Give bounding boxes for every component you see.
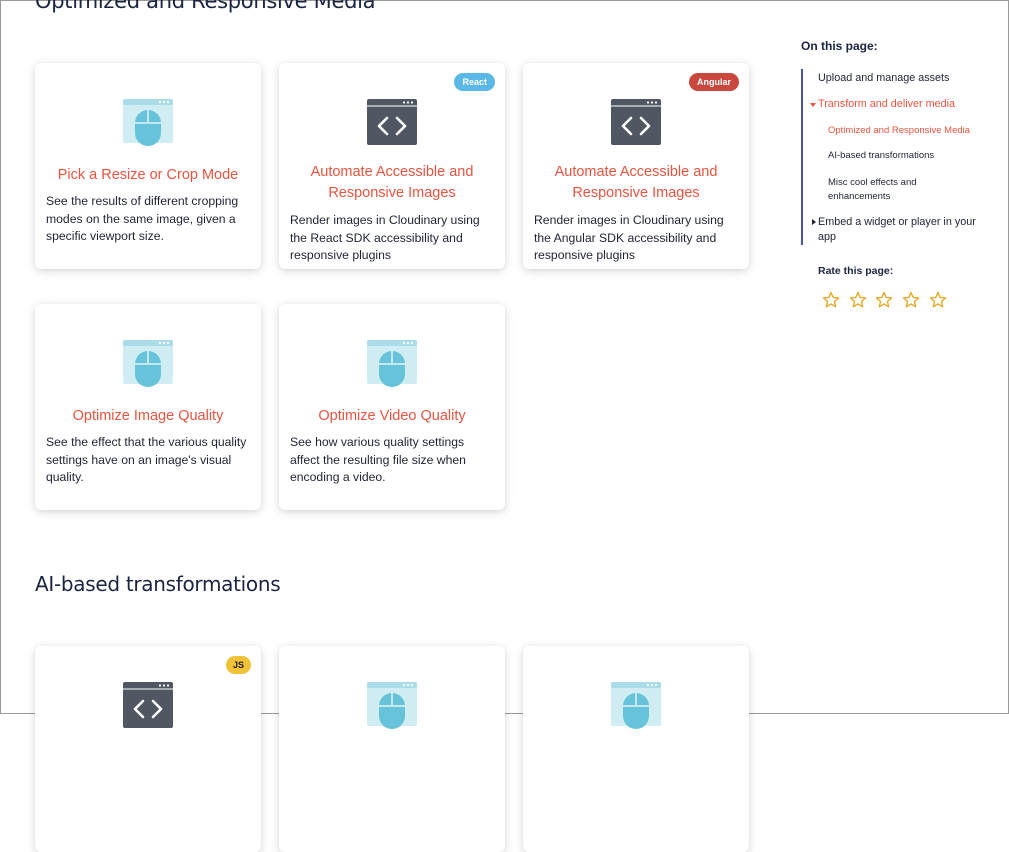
mouse-window-icon <box>123 340 173 387</box>
card-ai-2[interactable] <box>279 646 505 852</box>
card-pick-resize-crop[interactable]: Pick a Resize or Crop Mode See the resul… <box>35 63 261 269</box>
caret-right-icon[interactable] <box>812 219 816 225</box>
card-description: See how various quality settings affect … <box>290 435 466 484</box>
toc-item-embed-widget[interactable]: Embed a widget or player in your app <box>818 215 988 245</box>
toc-item-optimized-media[interactable]: Optimized and Responsive Media <box>828 124 970 138</box>
mouse-window-icon <box>367 340 417 387</box>
code-window-icon <box>367 99 417 145</box>
mouse-window-icon <box>611 682 661 729</box>
card-title[interactable]: Optimize Image Quality <box>45 406 251 427</box>
card-optimize-video-quality[interactable]: Optimize Video Quality See how various q… <box>279 304 505 510</box>
card-optimize-image-quality[interactable]: Optimize Image Quality See the effect th… <box>35 304 261 510</box>
toc-item-transform-deliver[interactable]: Transform and deliver media <box>818 97 955 112</box>
star-1-icon[interactable] <box>822 291 840 309</box>
section-title-optimized-media: Optimized and Responsive Media <box>35 0 376 13</box>
card-ai-js[interactable]: JS <box>35 646 261 852</box>
react-badge: React <box>454 73 495 91</box>
card-description: Render images in Cloudinary using the An… <box>534 213 724 262</box>
mouse-window-icon <box>123 99 173 146</box>
toc-heading: On this page: <box>801 39 878 53</box>
card-title[interactable]: Automate Accessible and Responsive Image… <box>533 162 739 204</box>
rate-page-label: Rate this page: <box>818 265 894 277</box>
card-title[interactable]: Pick a Resize or Crop Mode <box>45 165 251 186</box>
card-ai-3[interactable] <box>523 646 749 852</box>
toc-item-misc-effects[interactable]: Misc cool effects and enhancements <box>828 176 948 204</box>
star-2-icon[interactable] <box>849 291 867 309</box>
star-3-icon[interactable] <box>875 291 893 309</box>
code-window-icon <box>611 99 661 145</box>
code-window-icon <box>123 682 173 728</box>
toc-item-upload-manage[interactable]: Upload and manage assets <box>818 71 949 86</box>
star-5-icon[interactable] <box>929 291 947 309</box>
caret-down-icon[interactable] <box>810 103 816 107</box>
section-title-ai-transformations: AI-based transformations <box>35 572 281 596</box>
card-description: Render images in Cloudinary using the Re… <box>290 213 480 262</box>
card-react-accessible-images[interactable]: React Automate Accessible and Responsive… <box>279 63 505 269</box>
js-badge: JS <box>225 656 251 674</box>
card-title[interactable]: Optimize Video Quality <box>289 406 495 427</box>
card-description: See the results of different cropping mo… <box>46 194 239 243</box>
card-angular-accessible-images[interactable]: Angular Automate Accessible and Responsi… <box>523 63 749 269</box>
card-description: See the effect that the various quality … <box>46 435 247 484</box>
mouse-window-icon <box>367 682 417 729</box>
toc-nav: Upload and manage assets Transform and d… <box>801 69 993 245</box>
angular-badge: Angular <box>688 73 739 91</box>
card-title[interactable]: Automate Accessible and Responsive Image… <box>289 162 495 204</box>
toc-item-ai-transformations[interactable]: AI-based transformations <box>828 149 934 163</box>
star-4-icon[interactable] <box>902 291 920 309</box>
